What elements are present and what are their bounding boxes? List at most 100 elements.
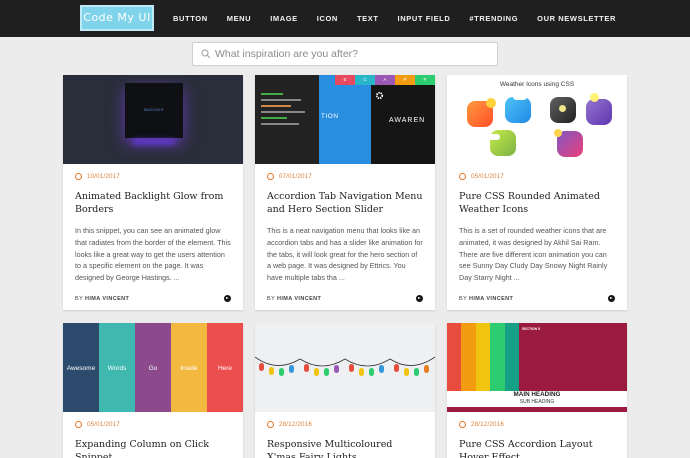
tab-preview: E: [335, 75, 355, 85]
post-title[interactable]: Pure CSS Accordion Layout Hover Effect: [459, 438, 615, 458]
column-label: Here: [217, 365, 233, 372]
tab-preview: P: [415, 75, 435, 85]
tab-strip-preview: E C A P P: [335, 75, 435, 85]
fairy-lights-preview: [255, 356, 435, 376]
accordion-panel-preview: TION: [319, 75, 371, 164]
clock-icon: [267, 421, 274, 428]
column-label: Words: [107, 365, 127, 372]
search-bar: [192, 42, 498, 66]
author-name[interactable]: HIMA VINCENT: [469, 296, 513, 302]
column-preview: Words: [99, 323, 135, 412]
post-card[interactable]: SECTION 5 MAIN HEADING SUB HEADING 28/12…: [447, 323, 627, 458]
clock-icon: [267, 173, 274, 180]
post-date-text: 28/12/2016: [471, 421, 505, 428]
column-preview: Awesome: [63, 323, 99, 412]
column-label: Go: [148, 365, 158, 372]
post-date-text: 07/01/2017: [279, 173, 313, 180]
nav-icon[interactable]: ICON: [317, 14, 338, 23]
nav-image[interactable]: IMAGE: [270, 14, 298, 23]
thumb-text: TION: [321, 113, 339, 120]
post-title[interactable]: Accordion Tab Navigation Menu and Hero S…: [267, 190, 423, 216]
nav-menu[interactable]: MENU: [227, 14, 251, 23]
read-more-arrow-icon[interactable]: [224, 295, 231, 302]
post-date: 07/01/2017: [267, 173, 423, 180]
post-thumbnail[interactable]: [255, 323, 435, 412]
post-author: BY HIMA VINCENT: [267, 296, 321, 302]
nav-button[interactable]: BUTTON: [173, 14, 208, 23]
author-prefix: BY: [75, 295, 84, 302]
tab-preview: C: [355, 75, 375, 85]
sunny-weather-icon: [467, 98, 496, 127]
author-prefix: BY: [459, 295, 468, 302]
post-title[interactable]: Pure CSS Rounded Animated Weather Icons: [459, 190, 615, 216]
column-label: Inside: [180, 365, 198, 372]
post-card[interactable]: 28/12/2016 Responsive Multicoloured X'ma…: [255, 323, 435, 458]
thumb-text: SECTION 5: [522, 327, 540, 331]
thumb-text: Weather Icons using CSS: [499, 81, 575, 88]
cloudy-weather-icon: [505, 93, 531, 123]
post-date: 28/12/2016: [459, 421, 615, 428]
clock-icon: [75, 421, 82, 428]
starry-night-icon: [586, 93, 612, 125]
hero-slide-preview: AWAREN: [371, 85, 435, 164]
post-date: 05/01/2017: [459, 173, 615, 180]
column-preview: Here: [207, 323, 243, 412]
read-more-arrow-icon[interactable]: [416, 295, 423, 302]
snowy-night-icon: [550, 97, 576, 123]
author-name[interactable]: HIMA VINCENT: [85, 296, 129, 302]
post-thumbnail[interactable]: BACKLIGHT: [63, 75, 243, 164]
post-date-text: 05/01/2017: [471, 173, 505, 180]
post-title[interactable]: Responsive Multicoloured X'mas Fairy Lig…: [267, 438, 423, 458]
search-icon: [201, 49, 211, 59]
post-thumbnail[interactable]: Weather Icons using CSS: [447, 75, 627, 164]
nav-text[interactable]: TEXT: [357, 14, 379, 23]
post-card[interactable]: TION AWAREN E C A P P 07/01/2017 Accordi…: [255, 75, 435, 310]
tab-preview: A: [375, 75, 395, 85]
post-date-text: 05/01/2017: [87, 421, 121, 428]
post-date: 10/01/2017: [75, 173, 231, 180]
main-nav: BUTTON MENU IMAGE ICON TEXT INPUT FIELD …: [173, 0, 635, 37]
glow-box-preview: BACKLIGHT: [125, 83, 183, 138]
author-name[interactable]: HIMA VINCENT: [277, 296, 321, 302]
thumb-text: AWAREN: [389, 117, 426, 124]
section-strip-preview: [447, 407, 627, 412]
post-title[interactable]: Expanding Column on Click Snippet: [75, 438, 231, 458]
accordion-section-preview: SECTION 5: [519, 323, 627, 391]
clock-icon: [459, 173, 466, 180]
post-date: 05/01/2017: [75, 421, 231, 428]
post-date-text: 28/12/2016: [279, 421, 313, 428]
post-thumbnail[interactable]: SECTION 5 MAIN HEADING SUB HEADING: [447, 323, 627, 412]
post-thumbnail[interactable]: Awesome Words Go Inside Here: [63, 323, 243, 412]
thumb-text: MAIN HEADING: [513, 391, 561, 398]
thumb-text: SUB HEADING: [519, 399, 555, 405]
post-card[interactable]: Awesome Words Go Inside Here 05/01/2017 …: [63, 323, 243, 458]
post-card[interactable]: Weather Icons using CSS 05/01/2017 Pure …: [447, 75, 627, 310]
post-date: 28/12/2016: [267, 421, 423, 428]
search-input[interactable]: [215, 48, 485, 60]
top-navbar: Code My UI BUTTON MENU IMAGE ICON TEXT I…: [0, 0, 690, 37]
read-more-arrow-icon[interactable]: [608, 295, 615, 302]
post-date-text: 10/01/2017: [87, 173, 121, 180]
post-card[interactable]: BACKLIGHT 10/01/2017 Animated Backlight …: [63, 75, 243, 310]
nav-input-field[interactable]: INPUT FIELD: [398, 14, 451, 23]
post-excerpt: This is a neat navigation menu that look…: [267, 226, 423, 283]
author-prefix: BY: [267, 295, 276, 302]
post-title[interactable]: Animated Backlight Glow from Borders: [75, 190, 231, 216]
column-preview: Inside: [171, 323, 207, 412]
tab-preview: P: [395, 75, 415, 85]
thumb-text: BACKLIGHT: [144, 108, 164, 112]
post-author: BY HIMA VINCENT: [459, 296, 513, 302]
nav-trending[interactable]: #TRENDING: [469, 14, 518, 23]
clock-icon: [75, 173, 82, 180]
post-excerpt: This is a set of rounded weather icons t…: [459, 226, 608, 283]
weather-icon: [554, 129, 583, 157]
rainy-day-icon: [486, 130, 516, 156]
post-author: BY HIMA VINCENT: [75, 296, 129, 302]
code-editor-preview: [255, 75, 319, 164]
gear-icon: [375, 91, 384, 100]
site-logo[interactable]: Code My UI: [80, 5, 154, 31]
column-preview: Go: [135, 323, 171, 412]
nav-newsletter[interactable]: OUR NEWSLETTER: [537, 14, 616, 23]
post-thumbnail[interactable]: TION AWAREN E C A P P: [255, 75, 435, 164]
clock-icon: [459, 421, 466, 428]
